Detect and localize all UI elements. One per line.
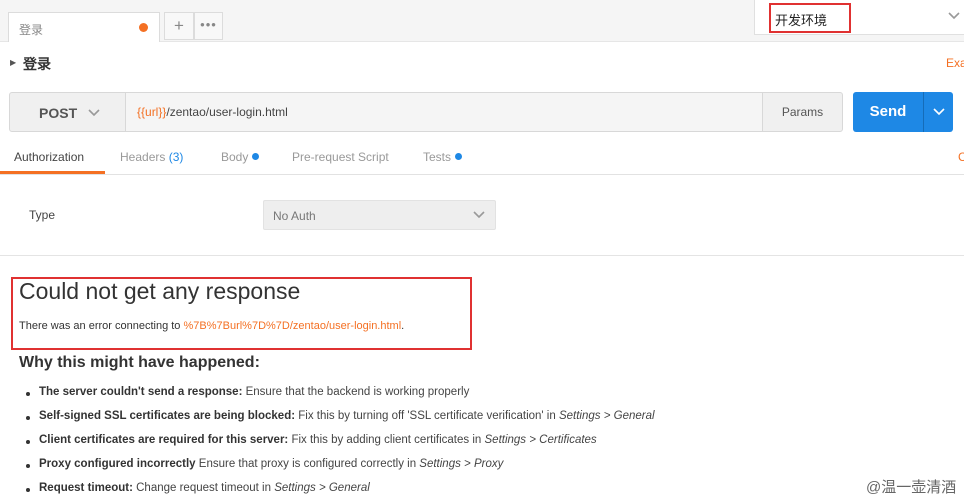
- url-input[interactable]: {{url}}/zentao/user-login.html: [126, 92, 762, 132]
- params-button[interactable]: Params: [762, 92, 843, 132]
- auth-type-value: No Auth: [273, 209, 316, 223]
- tab-pre-request-script[interactable]: Pre-request Script: [292, 150, 389, 164]
- request-tab-label: 登录: [19, 23, 44, 37]
- error-prefix: There was an error connecting to: [19, 320, 184, 332]
- reason-settings-path: Settings > General: [558, 410, 655, 422]
- body-indicator-dot-icon: [252, 153, 260, 160]
- url-path: /zentao/user-login.html: [166, 105, 288, 119]
- url-variable: {{url}}: [137, 105, 167, 119]
- chevron-down-icon: [933, 108, 945, 116]
- reason-title: Request timeout:: [39, 482, 133, 494]
- tab-headers-label: Headers: [120, 150, 166, 164]
- tab-body-label: Body: [221, 150, 249, 164]
- reason-text: Change request timeout in: [132, 482, 275, 494]
- request-tab[interactable]: 登录: [8, 12, 160, 42]
- active-tab-indicator: [0, 171, 105, 174]
- tab-tests[interactable]: Tests: [423, 150, 463, 164]
- unsaved-dot-icon: [139, 23, 148, 32]
- tests-indicator-dot-icon: [455, 153, 463, 160]
- reason-title: The server couldn't send a response:: [39, 386, 243, 398]
- reason-item: The server couldn't send a response: Ens…: [26, 386, 469, 398]
- reason-item: Self-signed SSL certificates are being b…: [26, 410, 655, 422]
- reason-text: Ensure that the backend is working prope…: [242, 386, 470, 398]
- reason-title: Proxy configured incorrectly: [39, 458, 196, 470]
- tab-tests-label: Tests: [423, 150, 452, 164]
- tab-authorization[interactable]: Authorization: [14, 150, 84, 164]
- reason-title: Client certificates are required for thi…: [39, 434, 289, 446]
- reason-settings-path: Settings > Proxy: [419, 458, 504, 470]
- reason-text: Ensure that proxy is configured correctl…: [195, 458, 420, 470]
- tab-body[interactable]: Body: [221, 150, 260, 164]
- reason-item: Client certificates are required for thi…: [26, 434, 597, 446]
- cookies-link[interactable]: C: [958, 150, 964, 164]
- chevron-down-icon: [948, 12, 960, 20]
- reason-item: Request timeout: Change request timeout …: [26, 482, 370, 494]
- reason-text: Fix this by turning off 'SSL certificate…: [295, 410, 559, 422]
- reason-item: Proxy configured incorrectly Ensure that…: [26, 458, 503, 470]
- error-title: Could not get any response: [19, 278, 301, 304]
- new-tab-button[interactable]: +: [164, 12, 194, 40]
- chevron-down-icon: [88, 109, 100, 117]
- watermark: @温一壶清酒: [866, 479, 957, 496]
- url-text: {{url}}/zentao/user-login.html: [137, 105, 288, 119]
- error-message: There was an error connecting to %7B%7Bu…: [19, 320, 404, 332]
- more-tabs-button[interactable]: •••: [194, 12, 223, 40]
- auth-type-select[interactable]: No Auth: [263, 200, 496, 230]
- error-url-link[interactable]: %7B%7Burl%7D%7D/zentao/user-login.html: [183, 320, 401, 332]
- reason-settings-path: Settings > Certificates: [484, 434, 597, 446]
- section-divider: [0, 255, 964, 256]
- why-heading: Why this might have happened:: [19, 354, 260, 371]
- reason-text: Fix this by adding client certificates i…: [288, 434, 485, 446]
- headers-count: (3): [168, 150, 184, 164]
- chevron-down-icon: [473, 211, 485, 219]
- method-select[interactable]: POST: [9, 92, 126, 132]
- request-subtabs: Authorization Headers (3) Body Pre-reque…: [0, 142, 964, 175]
- environment-highlight-box: [769, 3, 851, 33]
- error-suffix: .: [401, 320, 405, 332]
- caret-right-icon[interactable]: ▶: [10, 58, 16, 67]
- send-button[interactable]: Send: [853, 92, 923, 132]
- send-dropdown-button[interactable]: [923, 92, 953, 132]
- reason-settings-path: Settings > General: [274, 482, 370, 494]
- reason-title: Self-signed SSL certificates are being b…: [39, 410, 296, 422]
- auth-type-label: Type: [29, 208, 56, 222]
- tab-headers[interactable]: Headers (3): [120, 150, 183, 164]
- examples-link[interactable]: Exa: [946, 56, 964, 70]
- method-label: POST: [39, 105, 78, 121]
- request-title[interactable]: 登录: [23, 54, 51, 74]
